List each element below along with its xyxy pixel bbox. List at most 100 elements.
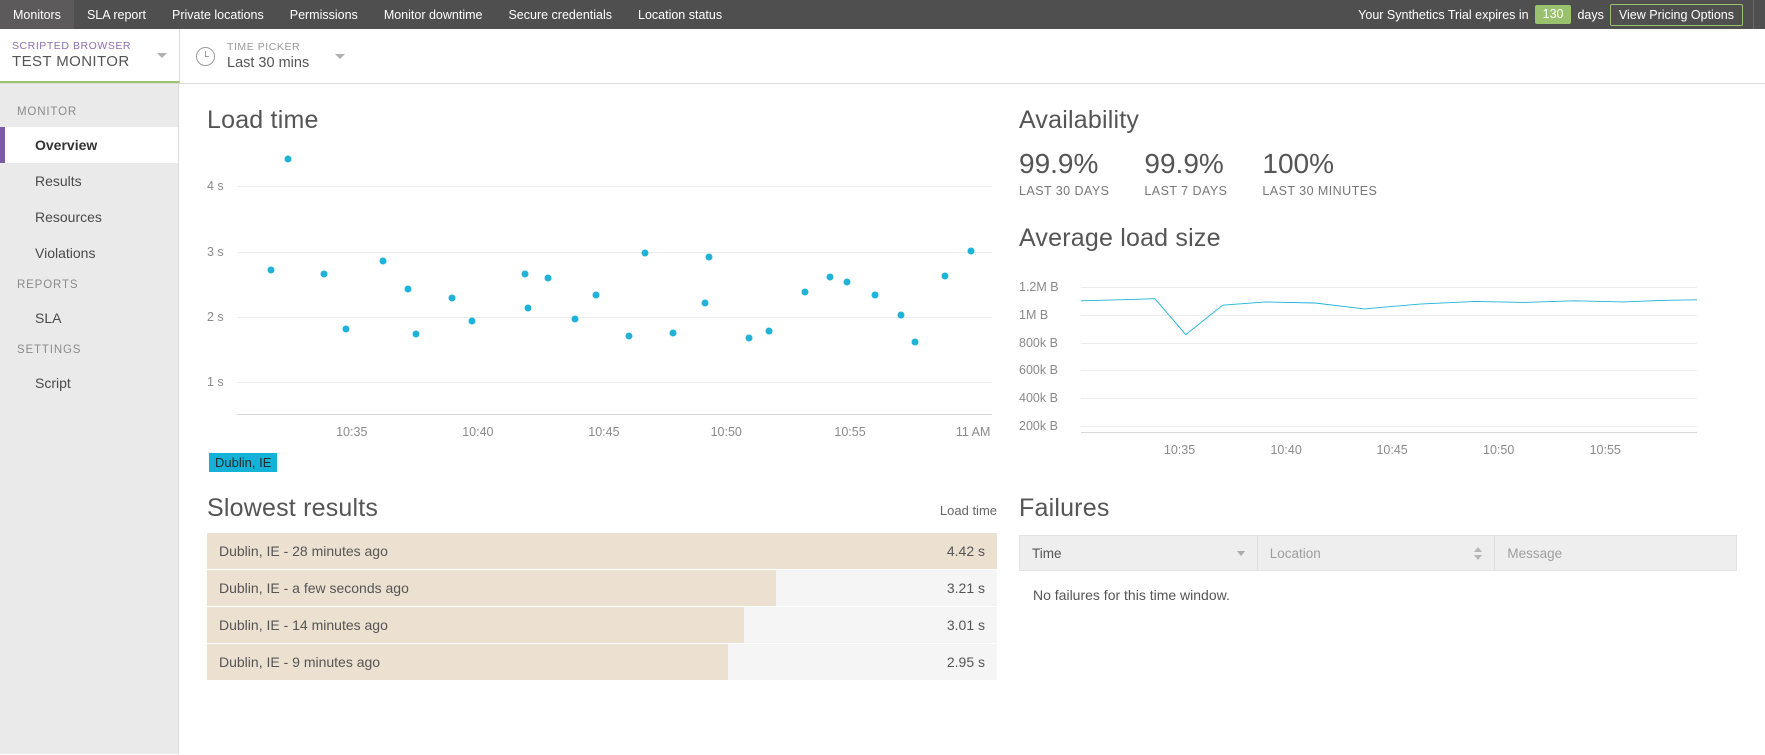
scatter-point[interactable] — [705, 254, 712, 261]
scatter-point[interactable] — [871, 292, 878, 299]
slowest-results-panel: Slowest results Load time Dublin, IE - 2… — [207, 494, 997, 681]
slowest-results-list: Dublin, IE - 28 minutes ago4.42 sDublin,… — [207, 533, 997, 680]
x-axis-tick-label: 10:55 — [1590, 443, 1621, 457]
chart-legend-dublin[interactable]: Dublin, IE — [209, 453, 277, 472]
sidebar-item-resources[interactable]: Resources — [0, 199, 178, 235]
scatter-point[interactable] — [766, 327, 773, 334]
sidebar-group-settings: SETTINGS — [0, 336, 178, 365]
sidebar-item-sla[interactable]: SLA — [0, 300, 178, 336]
y-axis-tick-label: 800k B — [1019, 336, 1075, 350]
sidebar-item-violations[interactable]: Violations — [0, 235, 178, 271]
load-time-panel: Load time 1 s2 s3 s4 s 10:3510:4010:4510… — [207, 106, 997, 472]
scatter-point[interactable] — [267, 266, 274, 273]
top-nav-item-secure-credentials[interactable]: Secure credentials — [495, 0, 625, 29]
scatter-point[interactable] — [967, 247, 974, 254]
failures-column-label: Location — [1270, 546, 1321, 561]
top-nav-item-permissions[interactable]: Permissions — [277, 0, 371, 29]
y-axis-tick-label: 400k B — [1019, 391, 1075, 405]
top-nav-item-location-status[interactable]: Location status — [625, 0, 735, 29]
top-nav-item-monitor-downtime[interactable]: Monitor downtime — [371, 0, 496, 29]
y-axis-tick-label: 1 s — [207, 375, 235, 389]
scatter-point[interactable] — [320, 271, 327, 278]
trial-days-badge: 130 — [1535, 5, 1572, 24]
x-axis-tick-label: 10:35 — [336, 425, 367, 439]
x-axis-tick-label: 10:55 — [834, 425, 865, 439]
x-axis-tick-label: 11 AM — [956, 425, 991, 439]
scatter-point[interactable] — [702, 300, 709, 307]
slowest-result-label: Dublin, IE - 28 minutes ago — [207, 543, 388, 559]
chevron-down-icon — [335, 54, 345, 59]
scatter-point[interactable] — [745, 334, 752, 341]
monitor-name-label: TEST MONITOR — [12, 53, 131, 71]
scatter-point[interactable] — [942, 273, 949, 280]
scatter-point[interactable] — [897, 311, 904, 318]
scatter-point[interactable] — [379, 257, 386, 264]
availability-title: Availability — [1019, 106, 1737, 135]
load-size-line — [1081, 273, 1697, 754]
x-axis-line — [237, 414, 992, 415]
availability-value: 99.9% — [1019, 147, 1109, 181]
availability-stat: 100%LAST 30 MINUTES — [1262, 147, 1377, 198]
scatter-point[interactable] — [911, 338, 918, 345]
chevron-down-icon — [157, 53, 167, 58]
sidebar-item-results[interactable]: Results — [0, 163, 178, 199]
scatter-point[interactable] — [545, 275, 552, 282]
scatter-point[interactable] — [524, 304, 531, 311]
top-navigation-bar: MonitorsSLA reportPrivate locationsPermi… — [0, 0, 1765, 29]
sidebar-group-reports: REPORTS — [0, 271, 178, 300]
scatter-point[interactable] — [404, 286, 411, 293]
sidebar: MONITOROverviewResultsResourcesViolation… — [0, 84, 179, 754]
sidebar-item-overview[interactable]: Overview — [0, 127, 178, 163]
availability-period-label: LAST 7 DAYS — [1144, 184, 1227, 198]
top-nav-right-edge — [1753, 0, 1765, 29]
scatter-point[interactable] — [827, 274, 834, 281]
slowest-result-row[interactable]: Dublin, IE - 9 minutes ago2.95 s — [207, 644, 997, 680]
scatter-point[interactable] — [468, 317, 475, 324]
view-pricing-options-button[interactable]: View Pricing Options — [1610, 4, 1743, 26]
slowest-results-column-header: Load time — [940, 503, 997, 523]
scatter-point[interactable] — [284, 155, 291, 162]
scatter-point[interactable] — [642, 249, 649, 256]
time-picker[interactable]: TIME PICKER Last 30 mins — [180, 29, 363, 83]
slowest-result-value: 4.42 s — [947, 543, 997, 559]
top-nav-item-private-locations[interactable]: Private locations — [159, 0, 277, 29]
y-axis-tick-label: 2 s — [207, 310, 235, 324]
y-axis-tick-label: 4 s — [207, 179, 235, 193]
scatter-point[interactable] — [412, 330, 419, 337]
scatter-point[interactable] — [449, 294, 456, 301]
failures-column-label: Time — [1032, 546, 1062, 561]
x-axis-tick-label: 10:45 — [1376, 443, 1407, 457]
gridline — [237, 382, 992, 383]
trial-notice: Your Synthetics Trial expires in 130 day… — [1358, 0, 1753, 29]
sidebar-item-script[interactable]: Script — [0, 365, 178, 401]
scatter-point[interactable] — [343, 325, 350, 332]
slowest-result-row[interactable]: Dublin, IE - a few seconds ago3.21 s — [207, 570, 997, 606]
failures-column-message[interactable]: Message — [1495, 536, 1736, 570]
scatter-point[interactable] — [592, 292, 599, 299]
failures-column-location[interactable]: Location — [1258, 536, 1496, 570]
scatter-point[interactable] — [625, 332, 632, 339]
average-load-size-title: Average load size — [1019, 224, 1737, 253]
slowest-result-row[interactable]: Dublin, IE - 14 minutes ago3.01 s — [207, 607, 997, 643]
availability-period-label: LAST 30 DAYS — [1019, 184, 1109, 198]
x-axis-tick-label: 10:40 — [1270, 443, 1301, 457]
y-axis-tick-label: 1M B — [1019, 308, 1075, 322]
availability-value: 99.9% — [1144, 147, 1227, 181]
failures-column-time[interactable]: Time — [1020, 536, 1258, 570]
top-nav-item-monitors[interactable]: Monitors — [0, 0, 74, 29]
scatter-point[interactable] — [844, 279, 851, 286]
trial-prefix-text: Your Synthetics Trial expires in — [1358, 8, 1528, 22]
slowest-results-title: Slowest results — [207, 494, 378, 523]
monitor-selector[interactable]: SCRIPTED BROWSER TEST MONITOR — [0, 29, 180, 83]
y-axis-tick-label: 600k B — [1019, 363, 1075, 377]
top-nav-item-sla-report[interactable]: SLA report — [74, 0, 159, 29]
scatter-point[interactable] — [572, 315, 579, 322]
scatter-point[interactable] — [669, 330, 676, 337]
chevron-down-icon — [1237, 551, 1245, 556]
slowest-result-row[interactable]: Dublin, IE - 28 minutes ago 4.42 s — [207, 533, 997, 569]
scatter-point[interactable] — [521, 270, 528, 277]
gridline — [237, 317, 992, 318]
scatter-point[interactable] — [801, 289, 808, 296]
time-picker-value: Last 30 mins — [227, 54, 309, 72]
failures-column-label: Message — [1507, 546, 1562, 561]
